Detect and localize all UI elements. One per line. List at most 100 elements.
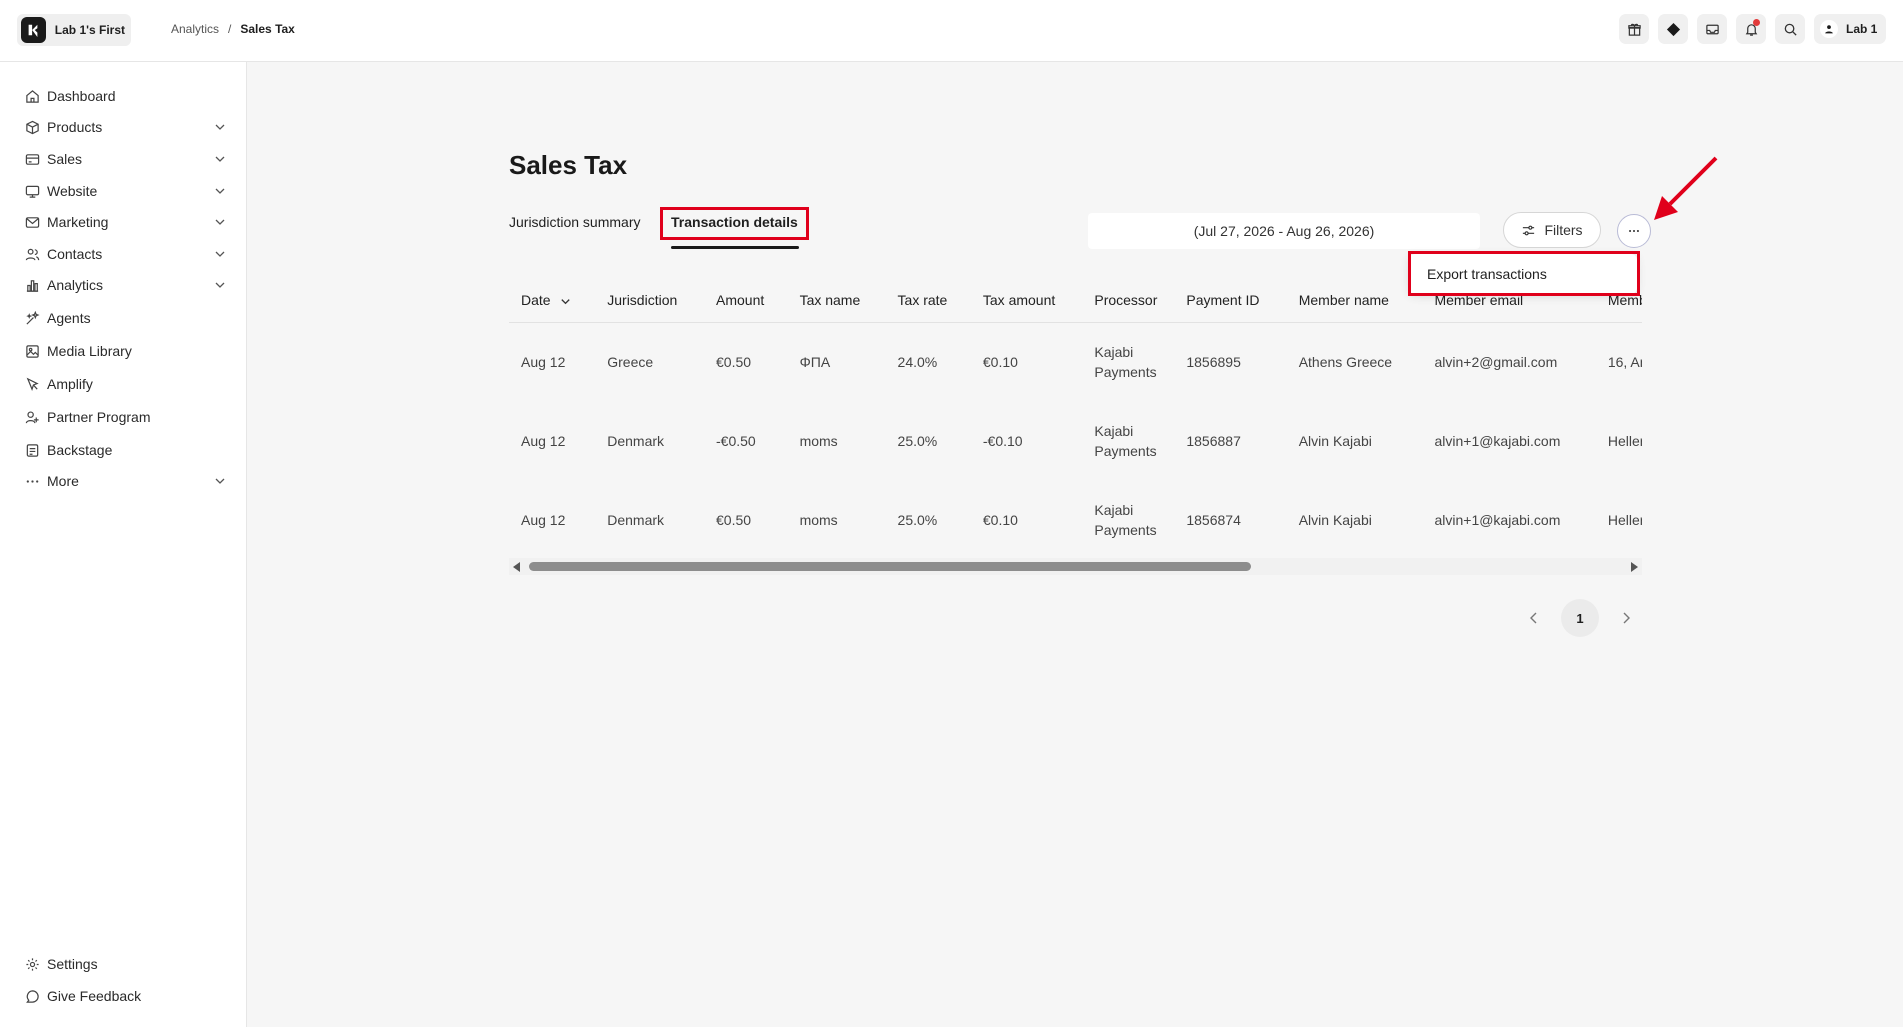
filters-label: Filters: [1544, 222, 1583, 238]
chevron-down-icon[interactable]: [213, 278, 227, 292]
mail-icon: [24, 214, 40, 230]
sidebar-item-sales[interactable]: Sales: [24, 147, 227, 171]
page-number-button[interactable]: 1: [1561, 599, 1599, 637]
chevron-down-icon[interactable]: [213, 474, 227, 488]
cell-processor: Kajabi Payments: [1094, 501, 1157, 538]
horizontal-scrollbar[interactable]: [509, 558, 1642, 575]
sidebar-item-partner-program[interactable]: Partner Program: [24, 405, 227, 429]
sidebar-item-label: Give Feedback: [47, 988, 142, 1004]
column-header-processor: Processor: [1082, 278, 1175, 323]
cell-jurisdiction: Denmark: [607, 511, 665, 528]
workspace-name: Lab 1's First: [54, 23, 125, 37]
chevron-down-icon[interactable]: [213, 215, 227, 229]
cell-member-address: 16, Amarousiou Halandriou: [1607, 353, 1642, 370]
sidebar-item-label: Contacts: [47, 246, 103, 262]
breadcrumb-separator: /: [228, 22, 232, 36]
chevron-down-icon[interactable]: [213, 184, 227, 198]
previous-page-button[interactable]: [1521, 599, 1547, 637]
column-header-date[interactable]: Date: [509, 278, 596, 323]
date-range-picker[interactable]: (Jul 27, 2026 - Aug 26, 2026): [1088, 213, 1480, 249]
cell-processor: Kajabi Payments: [1094, 422, 1157, 459]
chat-icon: [24, 988, 40, 1004]
sidebar-item-give-feedback[interactable]: Give Feedback: [24, 984, 227, 1008]
sidebar-item-website[interactable]: Website: [24, 179, 227, 203]
cell-tax-name: moms: [799, 432, 838, 449]
sidebar-item-amplify[interactable]: Amplify: [24, 372, 227, 396]
mail-icon[interactable]: [1697, 14, 1727, 44]
clipboard-icon: [24, 442, 40, 458]
sidebar-item-dashboard[interactable]: Dashboard: [24, 84, 227, 108]
search-icon[interactable]: [1775, 14, 1805, 44]
cell-date: Aug 12: [521, 353, 566, 370]
sidebar-item-products[interactable]: Products: [24, 115, 227, 139]
cell-member-address: Hellerupgårdvej 17: [1607, 511, 1642, 528]
next-page-button[interactable]: [1613, 599, 1639, 637]
sidebar-item-more[interactable]: More: [24, 469, 227, 493]
top-bar: Lab 1's First Analytics / Sales Tax Lab …: [0, 0, 1903, 62]
scroll-right-arrow-icon[interactable]: [1631, 562, 1638, 572]
cell-amount: €0.50: [716, 511, 752, 528]
sort-chevron-icon[interactable]: [559, 295, 572, 308]
bar-chart-icon: [24, 277, 40, 293]
chevron-down-icon[interactable]: [213, 120, 227, 134]
partner-icon: [24, 409, 40, 425]
user-menu[interactable]: Lab 1: [1814, 14, 1886, 44]
workspace-switcher[interactable]: Lab 1's First: [17, 14, 131, 46]
cell-tax-rate: 24.0%: [897, 353, 938, 370]
chevron-left-icon: [1530, 612, 1537, 624]
page-title: Sales Tax: [509, 150, 628, 180]
filters-button[interactable]: Filters: [1503, 212, 1601, 248]
cell-tax-amount: -€0.10: [982, 432, 1023, 449]
cell-tax-amount: €0.10: [982, 353, 1018, 370]
highlight-box-export: [1408, 251, 1640, 296]
cell-member-email: alvin+1@kajabi.com: [1434, 432, 1561, 449]
sidebar-item-label: Partner Program: [47, 409, 151, 425]
cell-tax-amount: €0.10: [982, 511, 1018, 528]
sidebar-item-label: Website: [47, 183, 98, 199]
cell-tax-rate: 25.0%: [897, 511, 938, 528]
cell-member-email: alvin+2@gmail.com: [1434, 353, 1558, 370]
scrollbar-thumb[interactable]: [529, 562, 1251, 571]
sidebar-item-settings[interactable]: Settings: [24, 952, 227, 976]
sidebar-item-backstage[interactable]: Backstage: [24, 438, 227, 462]
sliders-icon: [1523, 225, 1535, 235]
scroll-left-arrow-icon[interactable]: [513, 562, 520, 572]
sidebar: Dashboard Products Sales Website Marketi…: [0, 62, 247, 1027]
column-header-payment-id: Payment ID: [1174, 278, 1287, 323]
notification-dot: [1753, 19, 1760, 26]
cell-jurisdiction: Denmark: [607, 432, 665, 449]
box-icon: [24, 119, 40, 135]
tab-jurisdiction-summary[interactable]: Jurisdiction summary: [509, 214, 640, 230]
breadcrumb: Analytics / Sales Tax: [171, 22, 295, 36]
column-header-tax-amount: Tax amount: [970, 278, 1083, 323]
column-header-amount: Amount: [704, 278, 788, 323]
diamond-icon[interactable]: [1658, 14, 1688, 44]
image-icon: [24, 343, 40, 359]
sidebar-item-media-library[interactable]: Media Library: [24, 339, 227, 363]
highlight-box-tab: [660, 207, 809, 240]
home-icon: [24, 88, 40, 104]
card-icon: [24, 151, 40, 167]
cell-member-name: Athens Greece: [1298, 353, 1393, 370]
cell-tax-rate: 25.0%: [897, 432, 938, 449]
cell-date: Aug 12: [521, 432, 566, 449]
sidebar-item-marketing[interactable]: Marketing: [24, 210, 227, 234]
breadcrumb-analytics[interactable]: Analytics: [171, 22, 219, 36]
active-tab-indicator: [671, 246, 799, 249]
transactions-table-container: Date Jurisdiction Amount Tax name Tax ra…: [509, 278, 1642, 578]
user-name: Lab 1: [1846, 22, 1878, 36]
sparkle-icon: [24, 310, 40, 326]
monitor-icon: [24, 183, 40, 199]
cell-tax-name: ΦΠΑ: [799, 353, 831, 370]
sidebar-item-analytics[interactable]: Analytics: [24, 273, 227, 297]
more-icon: [24, 473, 40, 489]
sidebar-item-contacts[interactable]: Contacts: [24, 242, 227, 266]
table-row: Aug 12 Greece €0.50 ΦΠΑ 24.0% €0.10 Kaja…: [509, 322, 1642, 401]
sidebar-item-label: Dashboard: [47, 88, 116, 104]
bell-icon[interactable]: [1736, 14, 1766, 44]
sidebar-item-label: Sales: [47, 151, 83, 167]
chevron-down-icon[interactable]: [213, 247, 227, 261]
chevron-down-icon[interactable]: [213, 152, 227, 166]
sidebar-item-agents[interactable]: Agents: [24, 306, 227, 330]
gift-icon[interactable]: [1619, 14, 1649, 44]
